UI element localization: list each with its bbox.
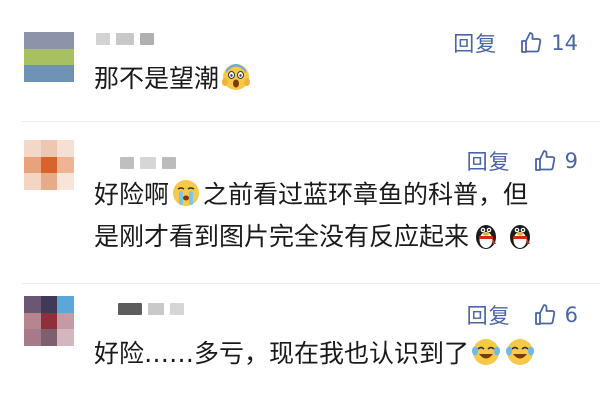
thumbs-up-icon[interactable] (533, 149, 557, 173)
avatar[interactable] (24, 32, 74, 82)
comment-body-part: 之前看过蓝环章鱼的科普，但 (203, 180, 529, 209)
username-blurred[interactable] (120, 156, 176, 170)
username-blurred[interactable] (118, 302, 184, 316)
qq-penguin-emoji-icon (510, 225, 531, 249)
crying-emoji-icon (173, 180, 200, 206)
thumbs-up-icon[interactable] (533, 303, 557, 327)
avatar[interactable] (24, 140, 74, 190)
comment-body: 好险……多亏，现在我也认识到了 (94, 339, 470, 368)
comment-body-part: 好险啊 (94, 180, 170, 209)
comment-actions: 回复 14 (453, 28, 578, 58)
comment-text: 好险啊 之前看过蓝环章鱼的科普，但 是刚才看到图片完全没有反应起来 (94, 174, 578, 258)
comment-text: 那不是望潮 (94, 58, 578, 100)
thumbs-up-icon[interactable] (519, 31, 543, 55)
like-count: 6 (564, 303, 578, 327)
avatar[interactable] (24, 296, 74, 346)
comment-text: 好险……多亏，现在我也认识到了 (94, 333, 578, 375)
comment-item: 回复 14 那不是望潮 (0, 0, 600, 122)
like-count: 14 (551, 31, 578, 55)
comment-actions: 回复 6 (467, 300, 578, 330)
username-blurred[interactable] (96, 32, 154, 46)
reply-button[interactable]: 回复 (467, 146, 511, 176)
comment-body-part: 是刚才看到图片完全没有反应起来 (94, 222, 470, 251)
comment-item: 回复 6 好险……多亏，现在我也认识到了 (0, 284, 600, 396)
like-count: 9 (564, 149, 578, 173)
reply-button[interactable]: 回复 (467, 300, 511, 330)
comment-actions: 回复 9 (467, 146, 578, 176)
comment-body: 那不是望潮 (94, 64, 220, 93)
laugh-cry-emoji-icon (472, 339, 501, 365)
qq-penguin-emoji-icon (476, 225, 497, 249)
comment-item: 回复 9 好险啊 之前看过蓝环章鱼的科普，但 是刚才看到图片完全没有反应起来 (0, 122, 600, 286)
reply-button[interactable]: 回复 (453, 28, 497, 58)
laugh-cry-emoji-icon (506, 339, 535, 365)
scream-emoji-icon (222, 64, 251, 90)
